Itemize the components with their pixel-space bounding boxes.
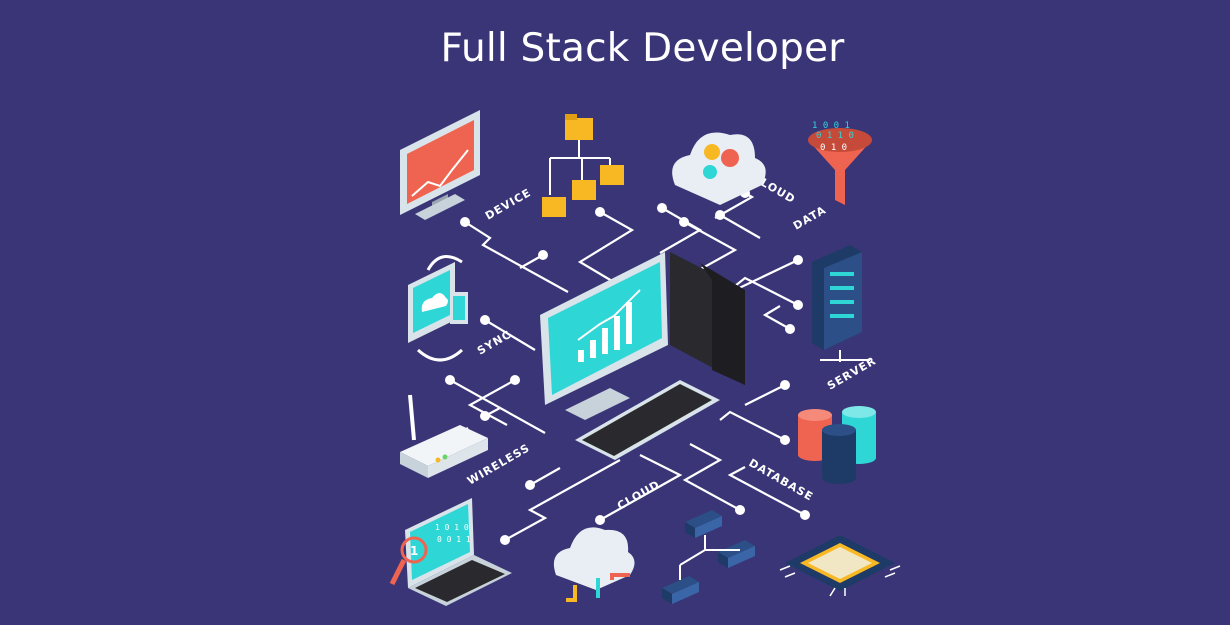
label-cloud-bottom: CLOUD [615, 478, 662, 513]
cloud-transfer-icon [553, 527, 635, 602]
cpu-chip-icon [779, 535, 901, 597]
monitor-chart-icon [400, 110, 480, 220]
network-diagram: DEVICE CLOUD DATA SYNC SERVER WIRELESS C… [389, 110, 901, 606]
data-funnel-icon: 1 0 0 1 0 1 1 0 0 1 0 [808, 121, 872, 205]
server-rack-icon [812, 245, 870, 362]
label-sync: SYNC [475, 328, 514, 358]
network-switch-icon [662, 510, 755, 604]
sync-devices-icon [408, 255, 468, 362]
svg-text:0 1 1 0: 0 1 1 0 [816, 131, 854, 141]
folder-tree-icon [542, 114, 624, 217]
laptop-badge: 1 [410, 544, 418, 558]
label-database: DATABASE [747, 456, 816, 503]
svg-text:1 0 1 0: 1 0 1 0 [435, 523, 469, 532]
svg-text:0 0 1 1: 0 0 1 1 [437, 535, 471, 544]
infographic: Full Stack Developer DEVICE CLOUD DATA S… [0, 0, 1230, 625]
label-device: DEVICE [483, 186, 534, 223]
svg-text:1 0 0 1: 1 0 0 1 [812, 121, 850, 131]
svg-text:0 1 0: 0 1 0 [820, 143, 847, 153]
laptop-search-icon: 1 0 1 0 0 0 1 1 1 [389, 498, 512, 606]
cloud-gears-icon [672, 132, 766, 205]
label-data: DATA [791, 203, 829, 232]
desktop-computer-icon [540, 252, 745, 460]
database-stack-icon [798, 406, 876, 484]
